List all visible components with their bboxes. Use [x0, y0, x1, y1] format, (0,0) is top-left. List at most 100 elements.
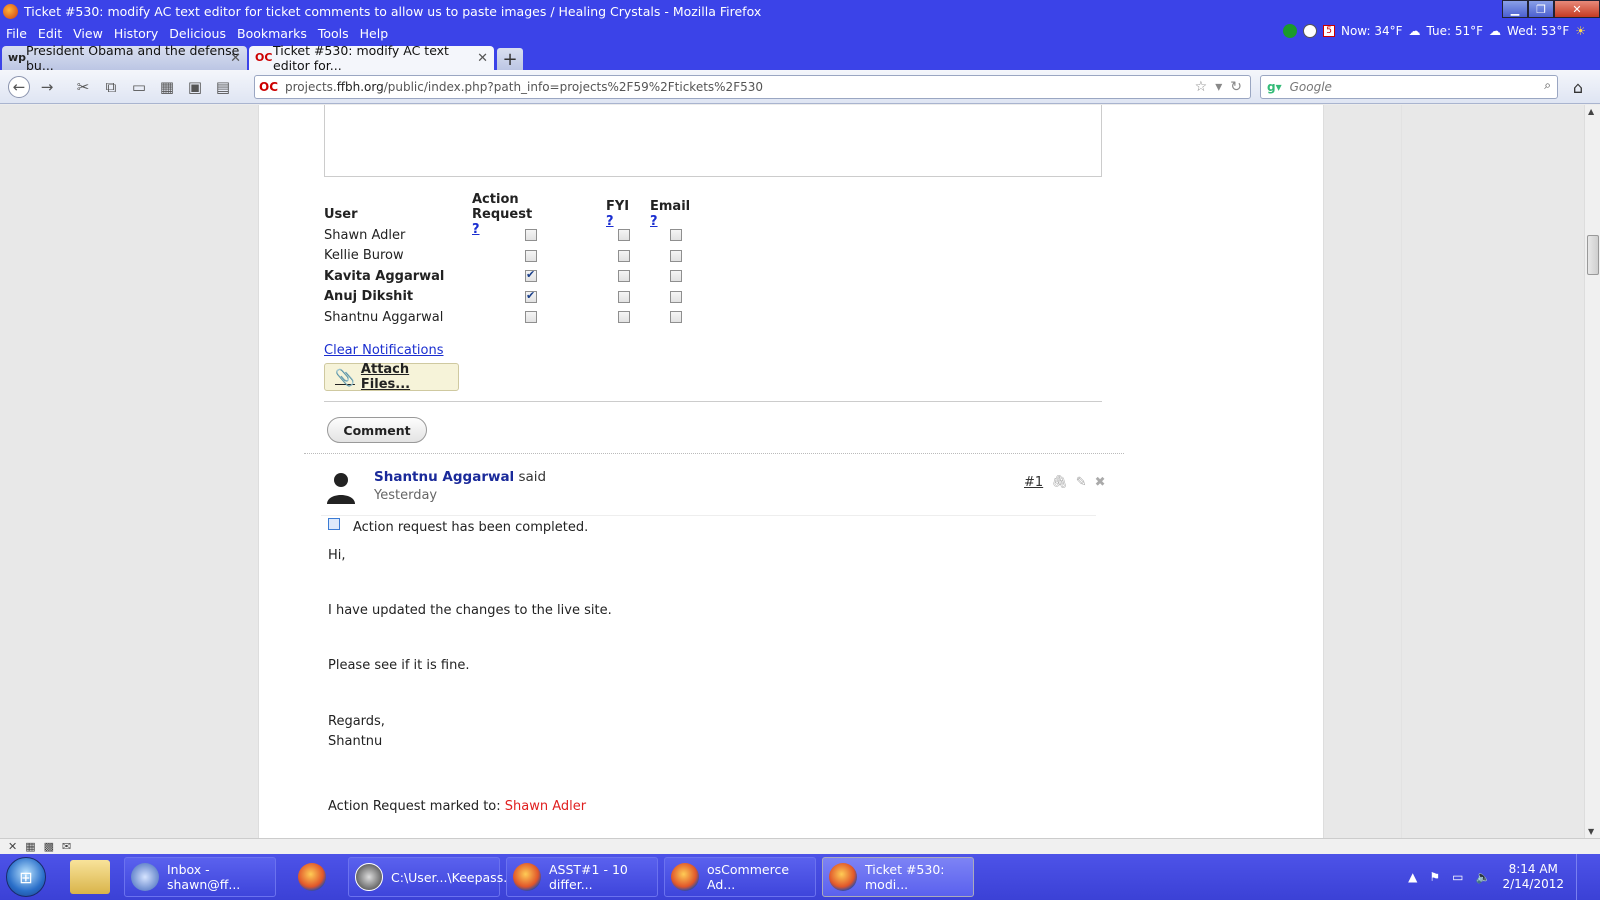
cloud-icon: ☁	[1408, 24, 1421, 38]
reload-icon[interactable]: ↻	[1230, 79, 1242, 95]
new-tab-button[interactable]: +	[497, 48, 523, 70]
star-icon[interactable]: ☆	[1195, 79, 1208, 95]
header-action-request: Action Request ?	[472, 191, 533, 237]
addon-bar: ✕ ▦ ▩ ✉	[0, 838, 1600, 854]
tab-ticket[interactable]: OC Ticket #530: modify AC text editor fo…	[249, 43, 494, 73]
menu-bookmarks[interactable]: Bookmarks	[237, 26, 307, 41]
action-request-checkbox[interactable]	[328, 518, 340, 530]
fyi-help-link[interactable]: ?	[606, 214, 614, 229]
vertical-scrollbar[interactable]: ▲ ▼	[1584, 105, 1600, 838]
system-clock[interactable]: 8:14 AM 2/14/2012	[1502, 862, 1564, 892]
search-box[interactable]: g▾ Google ⌕	[1260, 75, 1558, 99]
comment-editor[interactable]	[324, 105, 1102, 177]
volume-icon[interactable]: 🔈	[1476, 870, 1491, 884]
fyi-checkbox[interactable]	[618, 249, 630, 262]
print-icon[interactable]: ▤	[212, 76, 234, 98]
copy-icon[interactable]: ⧉	[100, 76, 122, 98]
menu-view[interactable]: View	[73, 26, 103, 41]
menu-edit[interactable]: Edit	[38, 26, 62, 41]
action-request-checkbox[interactable]	[525, 268, 537, 282]
email-checkbox[interactable]	[670, 270, 682, 282]
action-request-checkbox[interactable]	[525, 289, 537, 303]
scroll-up-icon[interactable]: ▲	[1588, 107, 1594, 116]
edit-icon[interactable]: ✎	[1076, 475, 1087, 490]
close-addon-bar-icon[interactable]: ✕	[8, 840, 17, 853]
activecollab-icon: OC	[255, 51, 273, 64]
windows-icon[interactable]: ▦	[25, 840, 35, 853]
comment-button[interactable]: Comment	[327, 417, 427, 443]
home-icon[interactable]: ⌂	[1566, 76, 1590, 98]
comment-author-link[interactable]: Shantnu Aggarwal	[374, 469, 514, 485]
close-tab-icon[interactable]: ✕	[230, 51, 241, 66]
show-hidden-icon[interactable]: ▲	[1408, 870, 1417, 884]
paste-icon[interactable]: ▭	[128, 76, 150, 98]
taskbar-label: Ticket #530: modi...	[865, 862, 945, 892]
clock-date: 2/14/2012	[1502, 877, 1564, 891]
dropdown-icon[interactable]: ▾	[1215, 79, 1222, 95]
network-icon[interactable]: ▭	[1452, 870, 1463, 884]
thunderbird-icon	[131, 863, 159, 891]
fyi-checkbox[interactable]	[618, 290, 630, 303]
weather-now[interactable]: Now: 34°F	[1341, 24, 1403, 38]
clear-notifications-link[interactable]: Clear Notifications	[324, 343, 444, 358]
menu-tools[interactable]: Tools	[318, 26, 349, 41]
taskbar-thunderbird[interactable]: Inbox - shawn@ff...	[124, 857, 276, 897]
bookmark-tool-icon[interactable]: ▦	[156, 76, 178, 98]
close-tab-icon[interactable]: ✕	[477, 51, 488, 66]
menu-delicious[interactable]: Delicious	[169, 26, 226, 41]
scroll-down-icon[interactable]: ▼	[1588, 827, 1594, 836]
site-identity-icon[interactable]: OC	[259, 80, 281, 94]
fyi-checkbox[interactable]	[618, 311, 630, 323]
calendar-icon[interactable]: 5	[1323, 25, 1335, 37]
start-button[interactable]: ⊞	[6, 857, 46, 897]
action-marked-user[interactable]: Shawn Adler	[505, 799, 586, 814]
email-checkbox[interactable]	[670, 311, 682, 323]
fyi-checkbox[interactable]	[618, 229, 630, 241]
explorer-icon[interactable]	[70, 860, 110, 894]
taskbar-firefox[interactable]	[282, 857, 342, 897]
header-user: User	[324, 206, 358, 222]
search-icon[interactable]: ⌕	[1544, 78, 1551, 93]
comment-number-link[interactable]: #1	[1024, 475, 1043, 490]
delete-icon[interactable]: ✖	[1095, 475, 1106, 490]
taskbar-ticket[interactable]: Ticket #530: modi...	[822, 857, 974, 897]
show-desktop-button[interactable]	[1576, 854, 1588, 900]
sidebar-icon[interactable]: ▣	[184, 76, 206, 98]
notification-user-name: Kellie Burow	[324, 248, 404, 264]
attachment-icon[interactable]: 🖇	[1051, 475, 1068, 490]
action-request-checkbox[interactable]	[525, 311, 537, 323]
email-help-link[interactable]: ?	[650, 214, 658, 229]
scrollbar-thumb[interactable]	[1587, 235, 1599, 275]
google-icon[interactable]: g▾	[1267, 80, 1282, 94]
tab-obama[interactable]: wp President Obama and the defense bu...…	[2, 43, 247, 73]
status-green-icon[interactable]	[1283, 24, 1298, 38]
taskbar-asst[interactable]: ASST#1 - 10 differ...	[506, 857, 658, 897]
menu-help[interactable]: Help	[360, 26, 389, 41]
fyi-checkbox[interactable]	[618, 270, 630, 282]
search-input[interactable]: Google	[1290, 80, 1332, 94]
address-bar[interactable]: OC projects. ffbh.org/public/index.php?pa…	[254, 75, 1251, 99]
menu-history[interactable]: History	[114, 26, 158, 41]
mail-icon[interactable]: ✉	[62, 840, 71, 853]
notification-row: Kellie Burow	[324, 246, 682, 267]
close-window-icon[interactable]: ✕	[1554, 0, 1600, 18]
email-checkbox[interactable]	[670, 229, 682, 241]
menu-file[interactable]: File	[6, 26, 27, 41]
cut-icon[interactable]: ✂	[72, 76, 94, 98]
taskbar-keepass[interactable]: C:\User...\Keepass...	[348, 857, 515, 897]
weather-tue[interactable]: Tue: 51°F	[1427, 24, 1484, 38]
minimize-icon[interactable]: ▁	[1502, 0, 1528, 18]
back-icon[interactable]: ←	[8, 75, 30, 98]
taskbar-oscommerce[interactable]: osCommerce Ad...	[664, 857, 816, 897]
forward-icon[interactable]: →	[36, 76, 58, 98]
flag-icon[interactable]: ⚑	[1429, 870, 1440, 884]
email-checkbox[interactable]	[670, 249, 682, 262]
clock-icon[interactable]	[1303, 24, 1318, 38]
weather-wed[interactable]: Wed: 53°F	[1507, 24, 1569, 38]
email-checkbox[interactable]	[670, 290, 682, 303]
grid-icon[interactable]: ▩	[44, 840, 54, 853]
action-request-checkbox[interactable]	[525, 229, 537, 241]
action-request-checkbox[interactable]	[525, 249, 537, 262]
maximize-icon[interactable]: ❐	[1528, 0, 1554, 18]
attach-files-button[interactable]: 📎 Attach Files...	[324, 362, 459, 392]
